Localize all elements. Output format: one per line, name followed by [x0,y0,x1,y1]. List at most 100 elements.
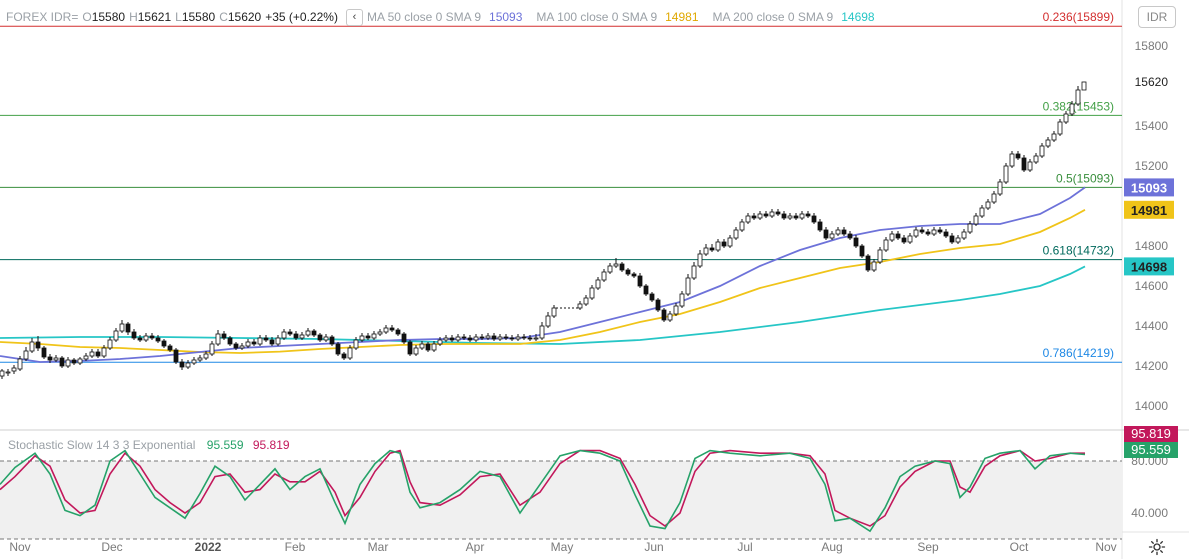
candle-body [829,233,835,239]
candle-body [1063,113,1069,123]
time-tick-label: May [551,540,574,554]
candle-body [173,349,179,363]
candle-body [763,213,769,217]
candle-body [721,241,727,247]
fib-label-0.5: 0.5(15093) [1056,171,1114,185]
candle-body [925,231,931,235]
candle-body [233,343,239,349]
candle-body [1003,165,1009,183]
candle-body [71,359,77,364]
candle-body [877,249,883,263]
candle-body [83,355,89,360]
candle-body [613,263,619,267]
candle-body [215,333,221,345]
candle-body [1015,153,1021,159]
candle-body [811,215,817,223]
candle-body [263,337,269,341]
time-tick-label: 2022 [195,540,222,554]
candle-body [323,336,329,341]
candle-body [353,339,359,349]
candle-body [65,359,71,367]
candle-body [847,233,853,239]
price-tick-label: 14400 [1135,319,1169,333]
candle-body [1069,103,1075,115]
candle-body [643,285,649,295]
candle-body [727,237,733,247]
price-tick-label: 15200 [1135,159,1169,173]
candle-body [865,255,871,271]
ma50-label: MA 50 close 0 SMA 9 [366,10,482,24]
price-tick-label: 14000 [1135,399,1169,413]
close-label: C [219,10,228,24]
gear-icon[interactable] [1148,538,1166,556]
candle-body [311,330,317,336]
candle-body [401,333,407,343]
ma200-value: 14698 [841,10,875,24]
candle-body [661,309,667,321]
candle-body [583,297,589,305]
candle-body [979,207,985,217]
candle-body [907,235,913,243]
candle-body [17,358,23,370]
ma200-label: MA 200 close 0 SMA 9 [712,10,834,24]
candle-body [227,337,233,345]
stoch-badge-label: 95.559 [1131,442,1171,457]
chevron-left-icon[interactable]: ‹ [345,8,363,26]
candle-body [473,336,479,341]
stoch-k-value: 95.559 [206,438,244,452]
time-tick-label: Apr [466,540,485,554]
candle-body [637,275,643,287]
stoch-d-value: 95.819 [252,438,290,452]
candle-body [739,221,745,231]
candle-body [77,358,83,364]
candle-body [673,305,679,315]
ma50-value: 15093 [489,10,523,24]
candle-body [799,213,805,219]
low-label: L [175,10,182,24]
time-tick-label: Sep [917,540,939,554]
candle-body [601,271,607,281]
fib-label-0.618: 0.618(14732) [1043,244,1114,258]
candle-body [589,287,595,299]
time-tick-label: Jun [644,540,663,554]
candle-body [1051,133,1057,141]
candle-body [967,223,973,233]
candle-body [823,229,829,239]
candle-body [607,265,613,273]
candle-body [281,331,287,339]
time-tick-label: Oct [1010,540,1029,554]
candle-body [137,337,143,341]
candle-body [625,269,631,275]
price-chart[interactable]: 0.236(15899)0.382(15453)0.5(15093)0.618(… [0,0,1189,559]
price-tick-label: 14600 [1135,279,1169,293]
candle-body [89,351,95,357]
price-tick-label: 14200 [1135,359,1169,373]
candle-body [697,253,703,267]
candle-body [149,335,155,339]
time-tick-label: Dec [101,540,122,554]
candle-body [1039,145,1045,157]
candle-body [371,333,377,339]
candle-body [539,325,545,339]
candle-body [395,329,401,335]
candle-body [125,323,131,333]
time-tick-label: Nov [1095,540,1116,554]
time-tick-label: Aug [821,540,842,554]
candle-body [107,339,113,349]
candle-body [257,337,263,345]
candle-body [521,336,527,339]
candle-body [245,341,251,347]
currency-button[interactable]: IDR [1138,6,1176,28]
candle-body [179,361,185,368]
candle-body [991,193,997,203]
candle-body [751,215,757,219]
candle-body [691,265,697,279]
candle-body [805,213,811,217]
open-value: 15580 [91,10,126,24]
ma-badge-label: 14698 [1131,259,1167,274]
candle-body [299,334,305,339]
candle-body [853,237,859,247]
candle-body [757,213,763,219]
candle-body [733,229,739,239]
candle-body [679,293,685,307]
